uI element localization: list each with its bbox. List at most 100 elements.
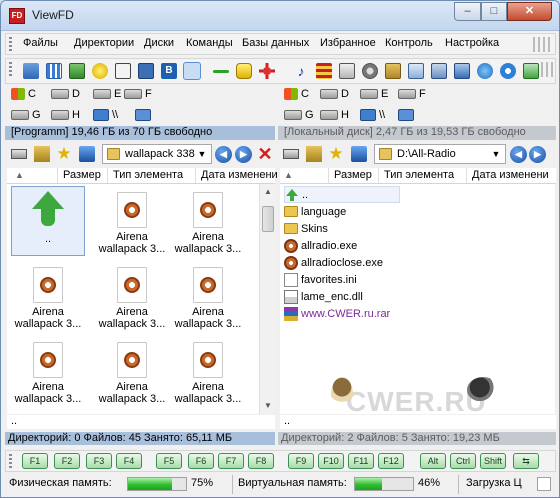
star-icon[interactable]: ★ [56, 145, 72, 162]
window-icon[interactable] [431, 63, 447, 79]
star-icon[interactable]: ★ [328, 145, 344, 162]
menu-commands[interactable]: Команды [186, 37, 233, 49]
dos-icon[interactable] [138, 63, 154, 79]
f4-button[interactable]: F4 [116, 453, 142, 469]
chevron-down-icon[interactable]: ▼ [489, 147, 503, 161]
browser-icon[interactable] [477, 63, 493, 79]
file-tile[interactable]: Airena wallapack 3... [171, 261, 245, 331]
list-item[interactable]: allradio.exe [284, 237, 357, 254]
list-item[interactable]: lame_enc.dll [284, 288, 363, 305]
app-icon[interactable]: FD [9, 8, 25, 24]
monitor-icon[interactable] [408, 63, 424, 79]
select-icon[interactable] [236, 63, 252, 79]
maximize-button[interactable]: □ [481, 2, 507, 21]
scroll-down-icon[interactable]: ▼ [262, 400, 274, 412]
file-tile[interactable]: Airena wallapack 3... [95, 186, 169, 256]
left-drive-c[interactable]: C [11, 88, 36, 100]
image-view-icon[interactable] [385, 63, 401, 79]
right-file-panel[interactable]: .. language Skins allradio.exe allradioc… [280, 184, 555, 414]
equalizer-icon[interactable] [316, 63, 332, 79]
right-drive-c[interactable]: C [284, 88, 309, 100]
tools-icon[interactable] [183, 62, 201, 80]
file-tile[interactable]: Airena wallapack 3... [171, 336, 245, 406]
file-tile[interactable]: Airena wallapack 3... [11, 336, 85, 406]
file-tile[interactable]: Airena wallapack 3... [11, 261, 85, 331]
list-item[interactable]: Skins [284, 220, 328, 237]
toolbar-grip-icon[interactable] [9, 62, 12, 77]
history-icon[interactable] [79, 146, 95, 162]
f5-button[interactable]: F5 [156, 453, 182, 469]
bulb-icon[interactable] [92, 63, 108, 79]
right-drive-d[interactable]: D [320, 88, 349, 100]
history-icon[interactable] [351, 146, 367, 162]
f6-button[interactable]: F6 [188, 453, 214, 469]
f10-button[interactable]: F10 [318, 453, 344, 469]
menu-settings[interactable]: Настройка [445, 37, 499, 49]
column-date[interactable]: Дата изменени [195, 168, 278, 183]
left-drive-d[interactable]: D [51, 88, 80, 100]
forward-button[interactable]: ▶ [235, 146, 252, 163]
folder-up-icon[interactable] [34, 146, 50, 162]
left-monitor-drive[interactable] [135, 109, 154, 121]
f7-button[interactable]: F7 [218, 453, 244, 469]
view-details-icon[interactable] [46, 63, 62, 79]
left-drive-f[interactable]: F [124, 88, 152, 100]
left-drive-g[interactable]: G [11, 109, 41, 121]
sort-up-icon[interactable]: ▲ [284, 170, 293, 180]
right-monitor-drive[interactable] [398, 109, 417, 121]
f9-button[interactable]: F9 [288, 453, 314, 469]
right-path-combo[interactable]: D:\All-Radio ▼ [374, 144, 506, 164]
disc-icon[interactable] [362, 63, 378, 79]
drive-icon[interactable] [283, 149, 299, 159]
shift-button[interactable]: Shift [480, 453, 506, 469]
f8-button[interactable]: F8 [248, 453, 274, 469]
menu-directories[interactable]: Директории [74, 37, 134, 49]
swap-panels-icon[interactable]: ⇆ [513, 453, 539, 469]
scroll-thumb[interactable] [262, 206, 274, 232]
f11-button[interactable]: F11 [348, 453, 374, 469]
column-date[interactable]: Дата изменени [466, 168, 549, 183]
right-network-drive[interactable]: \\ [360, 109, 385, 121]
network-icon[interactable] [454, 63, 470, 79]
forward-button[interactable]: ▶ [529, 146, 546, 163]
left-scrollbar[interactable]: ▲ ▼ [259, 184, 275, 414]
back-button[interactable]: ◀ [510, 146, 527, 163]
sort-up-icon[interactable]: ▲ [15, 170, 24, 180]
f3-button[interactable]: F3 [86, 453, 112, 469]
menu-files[interactable]: Файлы [23, 37, 58, 49]
file-tile[interactable]: Airena wallapack 3... [95, 336, 169, 406]
right-drive-g[interactable]: G [284, 109, 314, 121]
scroll-up-icon[interactable]: ▲ [262, 186, 274, 198]
f12-button[interactable]: F12 [378, 453, 404, 469]
left-drive-e[interactable]: E [93, 88, 121, 100]
column-size[interactable]: Размер [328, 168, 372, 183]
view-list-icon[interactable] [23, 63, 39, 79]
right-command-line[interactable]: .. [280, 415, 556, 429]
right-drive-f[interactable]: F [398, 88, 426, 100]
left-command-line[interactable]: .. [7, 415, 275, 429]
right-drive-h[interactable]: H [320, 109, 349, 121]
parent-dir-tile[interactable]: .. [11, 186, 85, 256]
left-path-combo[interactable]: wallapack 338 ▼ [102, 144, 212, 164]
column-type[interactable]: Тип элемента [378, 168, 454, 183]
f2-button[interactable]: F2 [54, 453, 80, 469]
left-file-panel[interactable]: .. Airena wallapack 3... Airena wallapac… [7, 184, 259, 414]
menu-control[interactable]: Контроль [385, 37, 433, 49]
close-tab-icon[interactable]: ✕ [256, 144, 274, 164]
left-network-drive[interactable]: \\ [93, 109, 118, 121]
left-drive-h[interactable]: H [51, 109, 80, 121]
film-icon[interactable] [339, 63, 355, 79]
column-size[interactable]: Размер [57, 168, 101, 183]
music-icon[interactable]: ♪ [293, 63, 309, 79]
plus-icon[interactable] [259, 63, 275, 79]
menu-databases[interactable]: Базы данных [242, 37, 309, 49]
file-tile[interactable]: Airena wallapack 3... [171, 186, 245, 256]
tape-icon[interactable] [115, 63, 131, 79]
fkeys-grip-icon[interactable] [9, 454, 12, 469]
menu-disks[interactable]: Диски [144, 37, 174, 49]
alt-button[interactable]: Alt [420, 453, 446, 469]
list-item[interactable]: .. [284, 186, 400, 203]
list-item[interactable]: favorites.ini [284, 271, 357, 288]
menu-overflow-grip-icon[interactable] [533, 37, 551, 52]
minimize-button[interactable]: – [454, 2, 481, 21]
